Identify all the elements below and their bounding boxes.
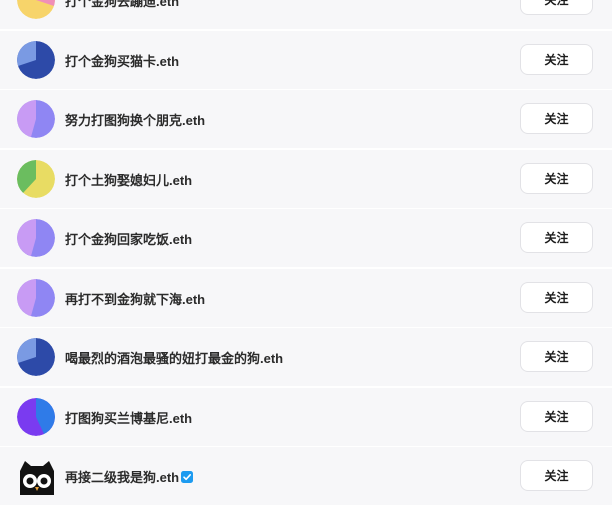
avatar-icon[interactable] — [17, 219, 55, 257]
avatar-icon[interactable] — [17, 159, 55, 198]
username[interactable]: 努力打图狗换个朋克.eth — [65, 110, 205, 129]
list-item: 再打不到金狗就下海.eth 关注 — [0, 268, 612, 327]
list-item: 再接二级我是狗.eth 关注 — [0, 447, 612, 505]
follow-button[interactable]: 关注 — [520, 162, 593, 194]
username[interactable]: 打图狗买兰博基尼.eth — [65, 408, 192, 427]
follow-button[interactable]: 关注 — [520, 400, 593, 432]
follow-button[interactable]: 关注 — [520, 341, 593, 372]
list-item: 打个金狗回家吃饭.eth 关注 — [0, 209, 612, 267]
follow-button[interactable]: 关注 — [520, 281, 593, 313]
avatar-icon[interactable] — [17, 100, 55, 138]
username[interactable]: 打个金狗去蹦迪.eth — [65, 0, 179, 10]
list-item: 打个土狗娶媳妇儿.eth 关注 — [0, 149, 612, 208]
username[interactable]: 喝最烈的酒泡最骚的妞打最金的狗.eth — [65, 348, 283, 367]
avatar-icon[interactable] — [17, 397, 55, 436]
follow-button[interactable]: 关注 — [520, 0, 593, 15]
following-list: 打个金狗去蹦迪.eth 关注 打个金狗买猫卡.eth 关注 努力打图狗换个朋克.… — [0, 0, 612, 507]
follow-button[interactable]: 关注 — [520, 460, 593, 491]
list-item: 打个金狗去蹦迪.eth 关注 — [0, 0, 612, 29]
avatar-icon[interactable] — [17, 338, 55, 376]
username[interactable]: 打个土狗娶媳妇儿.eth — [65, 170, 192, 189]
follow-button[interactable]: 关注 — [520, 222, 593, 253]
list-item: 打图狗买兰博基尼.eth 关注 — [0, 387, 612, 446]
follow-button[interactable]: 关注 — [520, 103, 593, 134]
avatar-icon[interactable] — [17, 278, 55, 317]
verified-badge-icon — [181, 470, 194, 483]
list-item: 打个金狗买猫卡.eth 关注 — [0, 30, 612, 89]
list-item: 喝最烈的酒泡最骚的妞打最金的狗.eth 关注 — [0, 328, 612, 386]
username[interactable]: 再打不到金狗就下海.eth — [65, 289, 205, 308]
username[interactable]: 再接二级我是狗.eth — [65, 467, 194, 486]
username[interactable]: 打个金狗买猫卡.eth — [65, 51, 179, 70]
owl-avatar-icon[interactable] — [17, 457, 55, 495]
avatar-icon[interactable] — [17, 0, 55, 19]
list-item: 努力打图狗换个朋克.eth 关注 — [0, 90, 612, 148]
follow-button[interactable]: 关注 — [520, 43, 593, 75]
avatar-icon[interactable] — [17, 40, 55, 79]
username[interactable]: 打个金狗回家吃饭.eth — [65, 229, 192, 248]
